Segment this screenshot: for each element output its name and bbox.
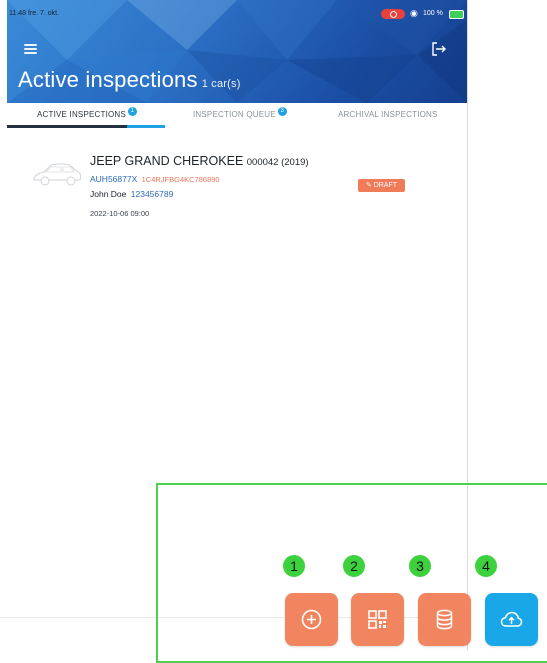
callout-number-4: 4 — [475, 555, 497, 577]
vehicle-title: JEEP GRAND CHEROKEE 000042 (2019) — [90, 154, 309, 168]
tab-badge: 1 — [127, 107, 137, 116]
logout-icon[interactable] — [431, 41, 447, 57]
status-label: DRAFT — [373, 182, 398, 189]
scan-qr-button[interactable] — [351, 593, 404, 646]
tab-active-inspections[interactable]: ACTIVE INSPECTIONS 1 — [37, 107, 137, 119]
callout-number-1: 1 — [283, 555, 305, 577]
tab-label: ACTIVE INSPECTIONS — [37, 110, 126, 119]
battery-icon — [449, 10, 464, 19]
status-badge: ✎ DRAFT — [358, 179, 405, 192]
callout-number-2: 2 — [343, 555, 365, 577]
tab-bar: ACTIVE INSPECTIONS 1 INSPECTION QUEUE 3 AR… — [7, 103, 467, 128]
add-circle-icon — [301, 609, 322, 630]
recording-indicator — [381, 9, 405, 19]
vehicle-number-year: 000042 (2019) — [246, 157, 309, 168]
tab-indicator — [7, 125, 127, 128]
database-icon — [436, 609, 453, 630]
pencil-icon: ✎ — [365, 182, 372, 189]
page-title-text: Active inspections — [18, 67, 198, 92]
plate-row: AUH56877X 1C4RJFBG4KC786890 — [90, 174, 220, 184]
inspection-card[interactable]: JEEP GRAND CHEROKEE 000042 (2019) AUH568… — [7, 139, 467, 229]
cloud-upload-button[interactable] — [485, 593, 538, 646]
vin-number: 1C4RJFBG4KC786890 — [141, 175, 220, 184]
owner-row: John Doe 123456789 — [90, 189, 173, 199]
tab-badge: 3 — [277, 107, 287, 116]
vehicle-name: JEEP GRAND CHEROKEE — [90, 154, 244, 168]
database-button[interactable] — [418, 593, 471, 646]
plate-number: AUH56877X — [90, 174, 138, 184]
page-title: Active inspections 1 car(s) — [18, 67, 241, 93]
cloud-upload-icon — [500, 611, 523, 627]
tab-inspection-queue[interactable]: INSPECTION QUEUE 3 — [193, 107, 287, 119]
inspection-date: 2022-10-06 09:00 — [90, 209, 150, 218]
owner-phone[interactable]: 123456789 — [131, 189, 174, 199]
tab-archival-inspections[interactable]: ARCHIVAL INSPECTIONS — [338, 110, 438, 119]
battery-percent: 100 % — [423, 10, 443, 17]
car-count: 1 car(s) — [201, 78, 241, 90]
tab-label: INSPECTION QUEUE — [193, 110, 276, 119]
status-bar: 11.48 fre. 7. okt. ◉ 100 % — [0, 0, 467, 22]
tab-indicator-accent — [127, 125, 165, 128]
status-time: 11.48 fre. 7. okt. — [9, 10, 60, 17]
car-icon — [33, 163, 82, 186]
menu-icon[interactable] — [24, 44, 37, 54]
add-inspection-button[interactable] — [285, 593, 338, 646]
tab-label: ARCHIVAL INSPECTIONS — [338, 110, 438, 119]
callout-number-3: 3 — [409, 555, 431, 577]
wifi-icon: ◉ — [410, 8, 418, 18]
owner-name: John Doe — [90, 189, 127, 199]
qr-code-icon — [368, 610, 387, 629]
